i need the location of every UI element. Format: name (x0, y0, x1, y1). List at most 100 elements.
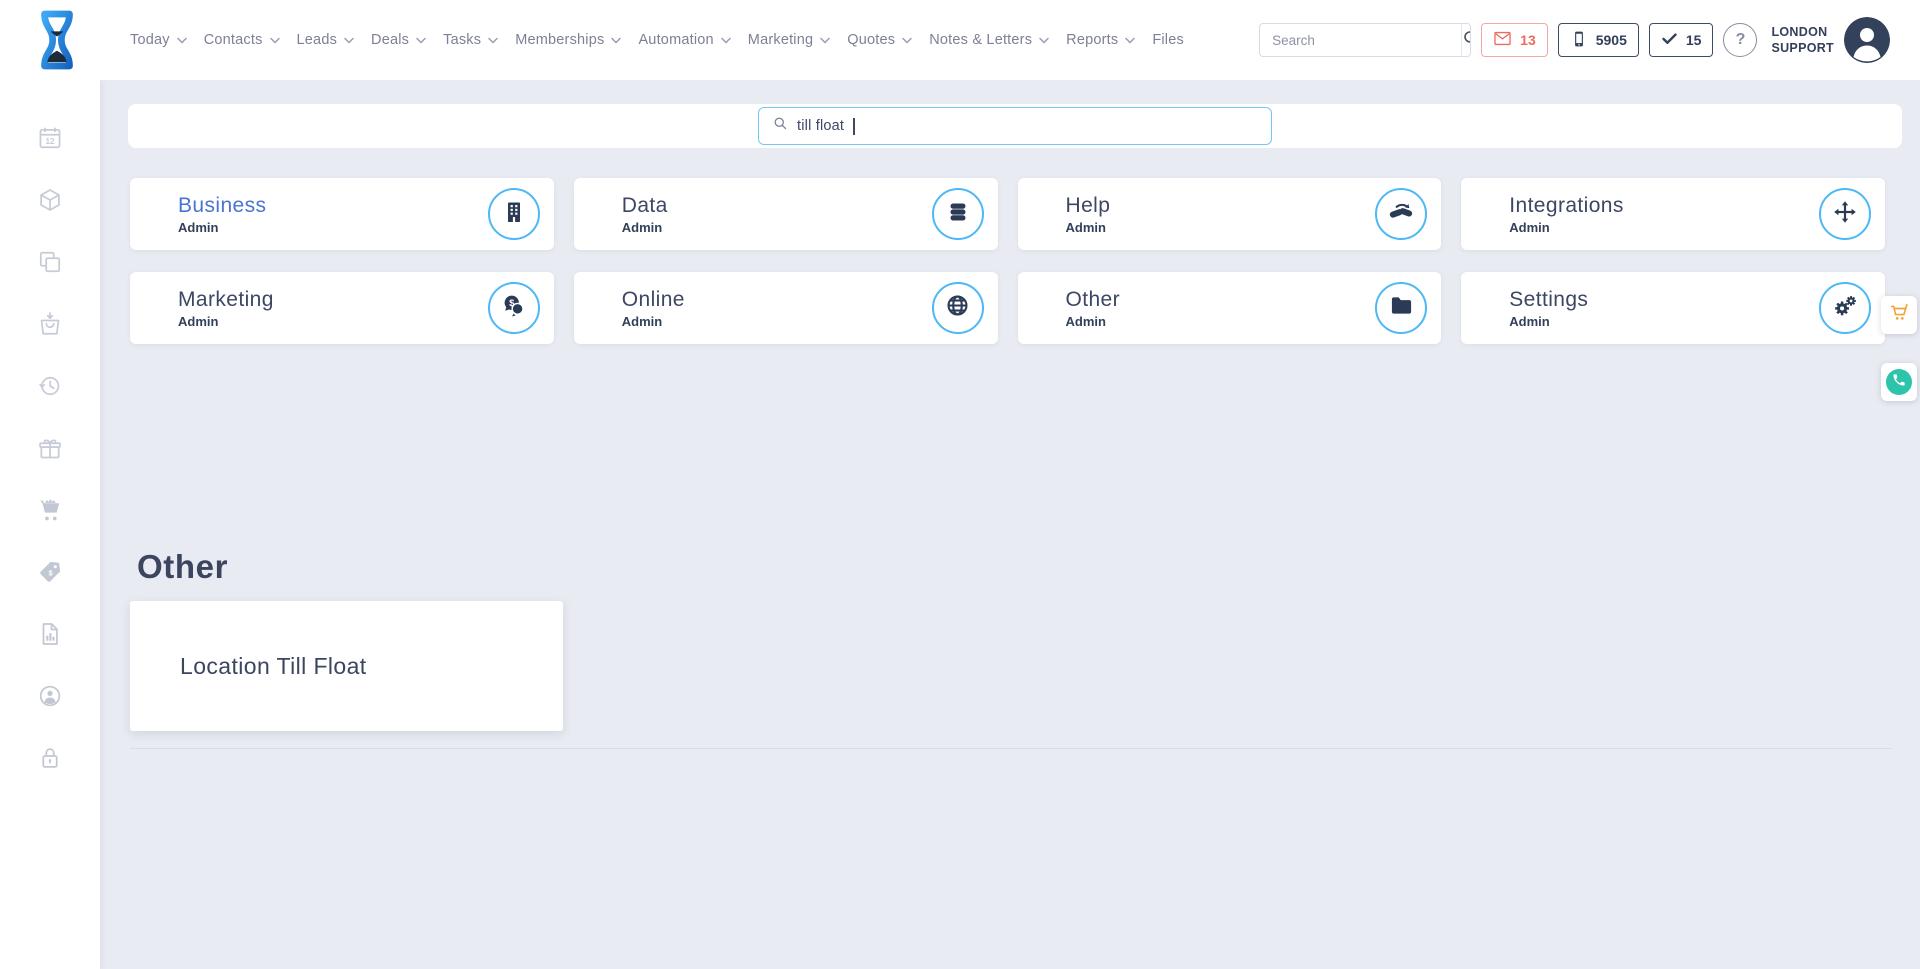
sidebar-item-pricing[interactable]: $ (36, 560, 64, 588)
card-text: Settings Admin (1509, 288, 1588, 329)
sidebar-item-permissions[interactable] (36, 746, 64, 774)
card-settings-admin[interactable]: Settings Admin (1461, 272, 1885, 344)
database-icon (946, 200, 970, 229)
question-mark-icon: ? (1735, 31, 1746, 48)
nav-item-notes-letters[interactable]: Notes & Letters (929, 32, 1049, 48)
calls-badge[interactable]: 5905 (1557, 23, 1639, 57)
cart-icon (1888, 302, 1910, 329)
nav-item-deals[interactable]: Deals (371, 32, 426, 48)
card-text: Online Admin (622, 288, 685, 329)
chevron-down-icon (820, 37, 831, 44)
sidebar-item-duplicates[interactable] (36, 250, 64, 278)
phone-circle (1886, 369, 1912, 395)
card-icon-circle (1819, 282, 1871, 334)
global-search-button[interactable] (1461, 24, 1471, 56)
admin-search-input[interactable]: till float (758, 107, 1272, 145)
card-help-admin[interactable]: Help Admin (1017, 178, 1442, 250)
user-history-icon (37, 683, 63, 714)
card-integrations-admin[interactable]: Integrations Admin (1461, 178, 1885, 250)
chevron-down-icon (344, 37, 354, 44)
hourglass-logo-icon (32, 10, 82, 75)
card-business-admin[interactable]: Business Admin (130, 178, 554, 250)
card-title: Settings (1509, 287, 1589, 311)
text-caret (853, 117, 855, 135)
phone-icon (1892, 373, 1906, 392)
card-subtitle: Admin (1509, 219, 1550, 235)
sidebar-item-products[interactable] (36, 188, 64, 216)
card-subtitle: Admin (621, 219, 663, 235)
card-title: Online (621, 287, 685, 311)
nav-label: Memberships (515, 32, 605, 48)
sidebar-item-user-history[interactable] (36, 684, 64, 712)
card-data-admin[interactable]: Data Admin (573, 178, 998, 250)
person-icon (1844, 17, 1890, 63)
card-title: Data (621, 193, 668, 217)
check-icon (1661, 30, 1678, 50)
gift-icon (37, 435, 63, 466)
nav-item-reports[interactable]: Reports (1066, 32, 1136, 48)
handshake-icon (1388, 199, 1414, 230)
avatar[interactable] (1844, 17, 1890, 63)
user-name: LONDON SUPPORT (1771, 24, 1834, 57)
card-marketing-admin[interactable]: Marketing Admin $ (130, 272, 554, 344)
nav-item-leads[interactable]: Leads (297, 32, 355, 48)
app-logo[interactable] (32, 9, 82, 76)
card-text: Business Admin (178, 194, 266, 235)
nav-label: Tasks (443, 32, 482, 48)
nav-item-tasks[interactable]: Tasks (443, 32, 498, 48)
card-subtitle: Admin (1065, 219, 1106, 235)
nav-item-quotes[interactable]: Quotes (847, 32, 912, 48)
sidebar-item-bag-receive[interactable] (36, 311, 64, 340)
report-file-icon (37, 621, 63, 652)
cube-icon (37, 187, 63, 218)
card-icon-circle (1375, 188, 1428, 240)
nav-item-files[interactable]: Files (1152, 32, 1184, 48)
left-sidebar: 12 $ (0, 80, 100, 969)
sidebar-item-gifts[interactable] (36, 436, 64, 464)
card-online-admin[interactable]: Online Admin (573, 272, 998, 344)
chevron-down-icon (269, 37, 280, 44)
mobile-phone-icon (1570, 30, 1588, 51)
history-icon (37, 373, 63, 404)
card-subtitle: Admin (1509, 313, 1550, 329)
calendar-day-number: 12 (45, 137, 55, 146)
cart-side-tab[interactable] (1881, 296, 1917, 334)
nav-item-automation[interactable]: Automation (638, 32, 731, 48)
nav-item-today[interactable]: Today (130, 32, 187, 48)
sidebar-item-cart[interactable] (36, 498, 64, 526)
sidebar-item-history[interactable] (36, 374, 64, 402)
nav-label: Contacts (203, 32, 263, 48)
nav-item-contacts[interactable]: Contacts (204, 32, 280, 48)
card-subtitle: Admin (178, 313, 219, 329)
top-bar: Today Contacts Leads Deals Tasks Members… (0, 0, 1920, 80)
card-icon-circle (1375, 282, 1428, 334)
card-other-admin[interactable]: Other Admin (1017, 272, 1442, 344)
global-search (1259, 23, 1472, 57)
result-label: Location Till Float (180, 652, 367, 679)
nav-item-marketing[interactable]: Marketing (748, 32, 831, 48)
phone-side-tab[interactable] (1881, 363, 1917, 401)
nav-label: Quotes (847, 32, 896, 48)
chevron-down-icon (176, 37, 187, 44)
tasks-badge[interactable]: 15 (1648, 23, 1714, 57)
global-search-input[interactable] (1260, 24, 1462, 56)
result-item-location-till-float[interactable]: Location Till Float (130, 601, 563, 731)
gears-icon (1832, 293, 1858, 324)
sidebar-item-reports[interactable] (36, 622, 64, 650)
chevron-down-icon (1125, 37, 1136, 44)
help-button[interactable]: ? (1723, 23, 1758, 57)
nav-item-memberships[interactable]: Memberships (515, 32, 622, 48)
user-name-line1: LONDON (1771, 24, 1828, 39)
nav-label: Today (130, 32, 170, 48)
copy-icon (37, 249, 63, 280)
sidebar-item-calendar[interactable]: 12 (36, 126, 64, 154)
mail-notifications-badge[interactable]: 13 (1481, 23, 1548, 57)
chat-dollar-icon: $ (501, 293, 526, 323)
nav-label: Deals (371, 32, 410, 48)
card-title: Help (1065, 193, 1111, 217)
card-icon-circle (1819, 188, 1871, 240)
chevron-down-icon (488, 37, 498, 44)
card-icon-circle (487, 188, 540, 240)
cart-icon (37, 497, 63, 528)
move-arrows-icon (1833, 200, 1857, 229)
